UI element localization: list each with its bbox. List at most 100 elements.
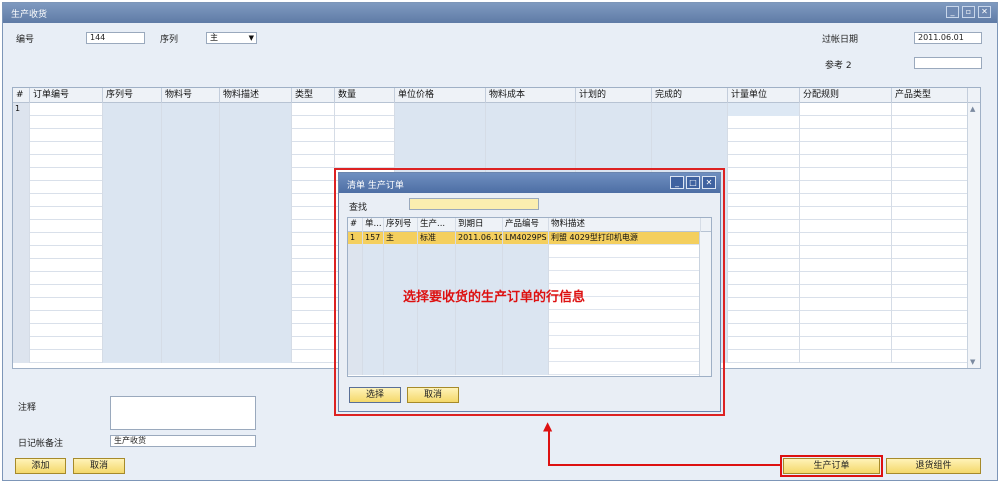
table-cell[interactable] [892,259,968,272]
table-cell[interactable] [162,194,220,207]
col-header[interactable]: 计量单位 [728,88,800,103]
grid-scrollbar[interactable]: ▲ ▼ [967,103,980,368]
order-list-row[interactable]: 1 157 主标准 2011.06.1C LM4029PS 利盟 4029型打印机电源 [348,232,711,245]
table-cell[interactable] [30,194,103,207]
table-cell[interactable] [335,103,395,116]
table-cell[interactable] [292,233,335,246]
col-header[interactable]: 到期日 [456,218,503,232]
table-cell[interactable] [162,103,220,116]
table-cell[interactable] [728,220,800,233]
table-cell[interactable] [800,337,892,350]
table-cell[interactable] [162,116,220,129]
table-cell[interactable] [162,350,220,363]
order-list-cell[interactable] [363,245,384,258]
order-list-cell[interactable] [384,310,418,323]
table-cell[interactable] [292,116,335,129]
dialog-cancel-button[interactable]: 取消 [407,387,459,403]
table-cell[interactable] [728,194,800,207]
table-cell[interactable] [892,285,968,298]
col-header[interactable]: 完成的 [652,88,728,103]
table-cell[interactable] [728,207,800,220]
table-cell[interactable] [30,285,103,298]
scroll-down-icon[interactable]: ▼ [970,358,975,366]
table-cell[interactable] [220,259,292,272]
table-cell[interactable] [892,298,968,311]
order-list-cell[interactable] [456,349,503,362]
table-cell[interactable] [800,103,892,116]
table-cell[interactable] [800,311,892,324]
table-cell[interactable] [800,246,892,259]
table-cell[interactable] [728,246,800,259]
table-cell[interactable] [220,220,292,233]
col-header[interactable]: 订单编号 [30,88,103,103]
table-cell[interactable] [728,181,800,194]
table-cell[interactable] [30,259,103,272]
order-list-cell[interactable] [503,310,549,323]
table-cell[interactable] [800,350,892,363]
table-cell[interactable] [220,168,292,181]
order-list-cell[interactable] [503,362,549,375]
order-list-cell[interactable] [348,323,363,336]
table-cell[interactable] [892,181,968,194]
order-list-cell[interactable]: LM4029PS [503,232,549,245]
table-cell[interactable] [800,194,892,207]
minimize-icon[interactable]: _ [670,176,684,189]
col-header[interactable]: 产品类型 [892,88,968,103]
order-list-cell[interactable] [363,349,384,362]
order-list-cell[interactable]: 主 [384,232,418,245]
table-row[interactable] [13,142,968,155]
table-cell[interactable] [892,220,968,233]
table-cell[interactable] [220,181,292,194]
table-cell[interactable] [395,116,486,129]
table-cell[interactable] [728,116,800,129]
table-cell[interactable] [395,103,486,116]
order-list-row[interactable] [348,336,711,349]
table-cell[interactable] [800,220,892,233]
table-cell[interactable] [292,324,335,337]
table-cell[interactable] [220,311,292,324]
table-cell[interactable] [800,298,892,311]
col-header[interactable]: 序列号 [103,88,162,103]
order-list-cell[interactable] [418,310,456,323]
table-cell[interactable] [30,246,103,259]
maximize-icon[interactable]: □ [686,176,700,189]
table-cell[interactable] [30,350,103,363]
order-list-cell[interactable] [363,271,384,284]
table-cell[interactable] [292,129,335,142]
table-cell[interactable] [486,116,576,129]
order-list-cell[interactable] [549,258,701,271]
order-list-cell[interactable] [503,349,549,362]
table-cell[interactable] [800,259,892,272]
table-cell[interactable] [800,272,892,285]
table-cell[interactable] [892,103,968,116]
table-cell[interactable] [220,350,292,363]
table-cell[interactable] [728,129,800,142]
table-cell[interactable] [30,272,103,285]
order-list-cell[interactable] [549,336,701,349]
table-cell[interactable] [800,129,892,142]
table-cell[interactable] [220,129,292,142]
col-header[interactable]: # [348,218,363,232]
order-list-cell[interactable] [384,336,418,349]
table-cell[interactable] [30,207,103,220]
table-cell[interactable] [892,142,968,155]
production-order-button[interactable]: 生产订单 [780,455,883,477]
table-cell[interactable] [486,129,576,142]
table-cell[interactable] [103,324,162,337]
table-cell[interactable] [162,337,220,350]
order-list-cell[interactable] [418,349,456,362]
table-cell[interactable] [162,285,220,298]
table-cell[interactable] [103,272,162,285]
table-cell[interactable] [292,246,335,259]
series-select[interactable]: 主 ▼ [206,32,257,44]
order-list-row[interactable] [348,245,711,258]
table-cell[interactable] [162,207,220,220]
table-cell[interactable] [30,155,103,168]
restore-icon[interactable]: ▫ [962,6,975,18]
order-list-scrollbar[interactable] [699,232,711,376]
order-list-row[interactable] [348,362,711,375]
order-list-cell[interactable] [503,258,549,271]
order-list-cell[interactable] [418,336,456,349]
table-cell[interactable] [892,129,968,142]
scroll-up-icon[interactable]: ▲ [970,105,975,113]
